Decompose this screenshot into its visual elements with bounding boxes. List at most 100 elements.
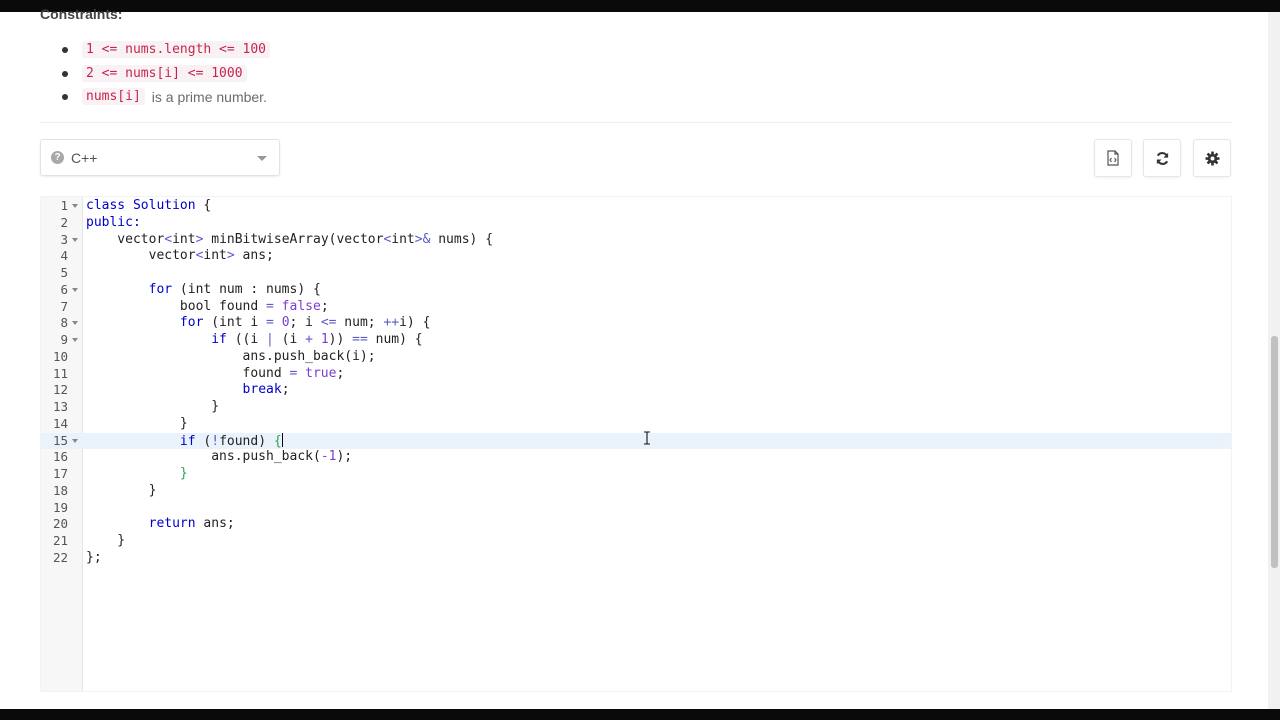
code-token: minBitwiseArray(vector xyxy=(203,231,384,247)
code-token: nums) { xyxy=(430,231,494,247)
code-token: break xyxy=(242,382,282,398)
code-token: < xyxy=(164,231,173,247)
code-line[interactable]: 5 xyxy=(41,265,1231,282)
code-line[interactable]: 12 break; xyxy=(41,382,1231,399)
fold-arrow-icon[interactable] xyxy=(72,204,78,208)
code-token: num; xyxy=(336,315,384,331)
line-number: 2 xyxy=(60,214,68,230)
code-token: return xyxy=(148,516,196,532)
line-code: vector<int> minBitwiseArray(vector<int>&… xyxy=(86,232,493,249)
code-line[interactable]: 17 } xyxy=(41,466,1231,483)
code-token: ans.push_back( xyxy=(86,449,321,465)
code-line[interactable]: 21 } xyxy=(41,533,1231,550)
code-token: } xyxy=(86,399,220,414)
code-line[interactable]: 9 if ((i | (i + 1)) == num) { xyxy=(41,332,1231,349)
code-line[interactable]: 16 ans.push_back(-1); xyxy=(41,449,1231,466)
code-token: (int i xyxy=(203,315,267,331)
page-scrollbar-thumb[interactable] xyxy=(1271,336,1278,568)
code-line[interactable]: 20 return ans; xyxy=(41,516,1231,533)
line-number: 4 xyxy=(60,248,68,264)
constraints-heading: Constraints: xyxy=(40,6,123,22)
line-code: } xyxy=(86,533,125,550)
line-number: 7 xyxy=(60,298,68,314)
fold-arrow-icon[interactable] xyxy=(72,237,78,242)
line-code: } xyxy=(86,399,219,416)
code-line[interactable]: 8 for (int i = 0; i <= num; ++i) { xyxy=(41,315,1231,332)
code-line[interactable]: 1 class Solution { xyxy=(41,198,1231,215)
code-line[interactable]: 19 xyxy=(41,500,1231,517)
code-line[interactable]: 11 found = true; xyxy=(41,366,1231,383)
code-line[interactable]: 6 for (int num : nums) { xyxy=(41,282,1231,299)
code-token: Solution xyxy=(132,198,196,213)
chevron-down-icon xyxy=(257,156,267,161)
fold-arrow-icon[interactable] xyxy=(72,321,78,326)
code-token: (i xyxy=(273,332,306,347)
constraint-item: 2 <= nums[i] <= 1000 xyxy=(61,62,270,86)
code-editor[interactable]: 1 class Solution { 2 public: 3 vector< int > m… xyxy=(40,196,1232,692)
line-number: 10 xyxy=(52,348,68,364)
code-token: true xyxy=(305,365,337,381)
code-line[interactable]: 7 bool found = false; xyxy=(41,299,1231,316)
code-token: if xyxy=(179,433,196,449)
code-line[interactable]: 4 vector<int> ans; xyxy=(41,248,1231,265)
bottom-black-bar xyxy=(0,709,1280,720)
code-token: > xyxy=(226,248,235,264)
refresh-icon xyxy=(1156,151,1168,165)
line-code: if ((i | (i + 1)) == num) { xyxy=(86,332,422,349)
line-number: 3 xyxy=(60,231,68,247)
code-line[interactable]: 14 } xyxy=(41,416,1231,433)
code-token: public xyxy=(86,214,133,230)
line-number: 18 xyxy=(52,482,68,498)
settings-button[interactable] xyxy=(1193,139,1231,177)
top-black-bar xyxy=(0,0,1280,12)
fold-arrow-icon[interactable] xyxy=(72,338,78,342)
code-token: ((i xyxy=(226,332,267,347)
help-icon: ? xyxy=(51,151,64,164)
code-line[interactable]: 10 ans.push_back(i); xyxy=(41,349,1231,366)
fold-arrow-icon[interactable] xyxy=(72,438,78,443)
line-number: 15 xyxy=(52,432,68,448)
code-token: vector xyxy=(86,231,165,247)
line-number: 9 xyxy=(60,332,68,347)
code-token: if xyxy=(211,332,227,347)
line-code: ans.push_back(i); xyxy=(86,349,376,366)
code-line[interactable]: 3 vector<int> minBitwiseArray(vector<int… xyxy=(41,232,1231,249)
code-line[interactable]: 13 } xyxy=(41,399,1231,416)
fold-arrow-icon[interactable] xyxy=(72,287,78,292)
line-number: 1 xyxy=(60,198,68,213)
language-select[interactable]: ? C++ xyxy=(40,139,280,176)
line-code: class Solution { xyxy=(86,198,211,215)
reset-button[interactable] xyxy=(1143,139,1181,177)
code-token: i) { xyxy=(399,315,431,331)
line-code: vector<int> ans; xyxy=(86,248,274,265)
code-token: = xyxy=(266,315,274,331)
code-line[interactable]: 2 public: xyxy=(41,215,1231,232)
constraint-item: nums[i] is a prime number. xyxy=(61,85,270,109)
code-line[interactable]: 18 } xyxy=(41,483,1231,500)
code-line[interactable]: 15 if (!found) { xyxy=(41,432,1231,450)
language-label: C++ xyxy=(71,149,98,166)
code-token: : xyxy=(132,214,141,230)
code-line[interactable]: 22}; xyxy=(41,550,1231,567)
text-cursor-icon xyxy=(644,431,650,445)
constraints-list: 1 <= nums.length <= 100 2 <= nums[i] <= … xyxy=(61,38,271,109)
constraint-item: 1 <= nums.length <= 100 xyxy=(61,38,271,62)
code-file-button[interactable] xyxy=(1094,139,1132,177)
line-number: 17 xyxy=(52,466,68,481)
line-code: public: xyxy=(86,215,141,232)
line-number: 16 xyxy=(52,449,68,465)
line-number: 11 xyxy=(52,365,68,381)
code-token: ; xyxy=(281,382,290,398)
code-token: >& xyxy=(414,231,431,247)
code-token: ans.push_back(i); xyxy=(86,348,376,364)
code-token: + xyxy=(305,332,313,347)
code-token: int xyxy=(391,231,415,247)
